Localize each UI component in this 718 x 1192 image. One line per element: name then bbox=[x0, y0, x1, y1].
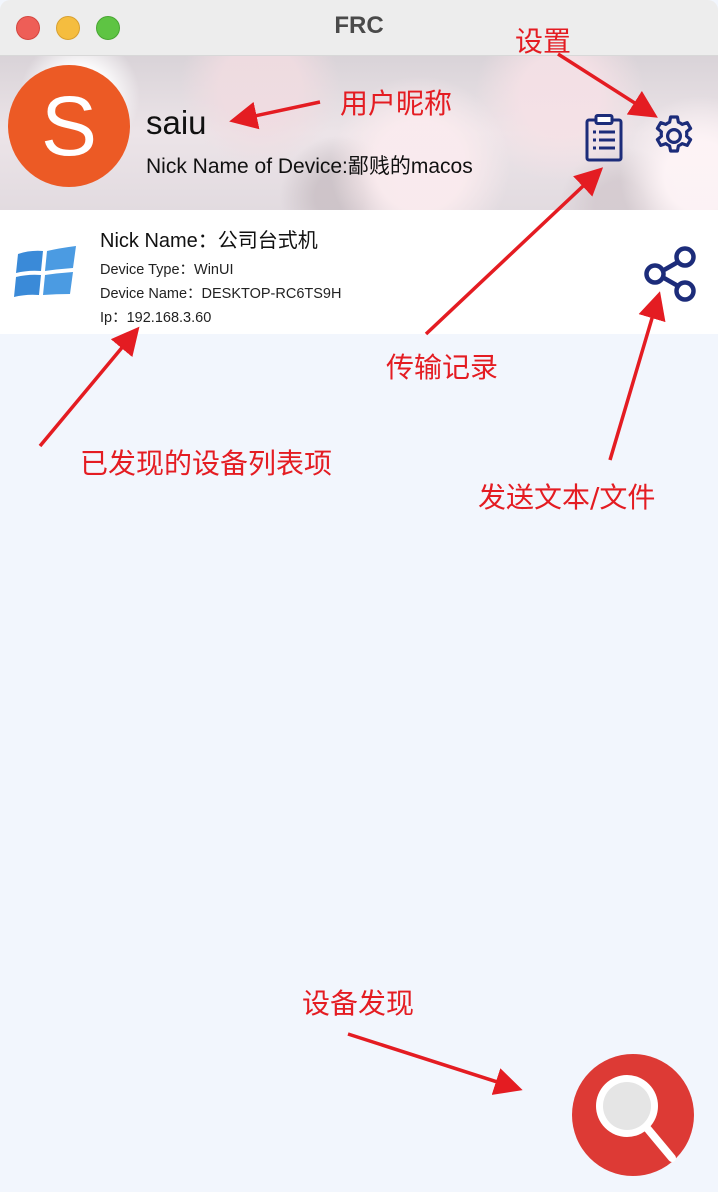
share-icon bbox=[644, 246, 696, 302]
search-icon bbox=[596, 1075, 676, 1162]
transfer-history-button[interactable] bbox=[580, 112, 628, 164]
annotation-send: 发送文本/文件 bbox=[478, 481, 656, 514]
window-title: FRC bbox=[334, 12, 384, 39]
arrow-discover bbox=[347, 1032, 523, 1095]
annotation-device-item: 已发现的设备列表项 bbox=[80, 447, 333, 480]
device-nickname: Nick Name of Device:鄙贱的macos bbox=[146, 155, 473, 178]
clipboard-list-icon bbox=[585, 114, 623, 162]
device-nick-name: Nick Name：公司台式机 bbox=[100, 230, 318, 252]
gear-icon bbox=[655, 115, 693, 153]
settings-button[interactable] bbox=[648, 110, 700, 162]
device-list-item[interactable]: Nick Name：公司台式机 Device Type：WinUI Device… bbox=[0, 210, 718, 334]
title-bar[interactable]: FRC bbox=[0, 0, 718, 56]
send-text-file-button[interactable] bbox=[640, 244, 700, 304]
windows-logo-icon bbox=[14, 246, 76, 297]
annotation-settings: 设置 bbox=[515, 25, 572, 58]
annotation-discover: 设备发现 bbox=[302, 987, 415, 1020]
user-nickname: saiu bbox=[146, 104, 207, 141]
device-ip: Ip：192.168.3.60 bbox=[100, 310, 212, 326]
annotation-history: 传输记录 bbox=[386, 351, 499, 384]
device-discover-button[interactable] bbox=[572, 1054, 694, 1176]
device-type: Device Type：WinUI bbox=[100, 262, 234, 278]
arrow-device-item bbox=[38, 326, 140, 448]
avatar[interactable]: S bbox=[8, 65, 130, 187]
annotation-nickname: 用户昵称 bbox=[340, 87, 453, 120]
user-header: S saiu Nick Name of Device:鄙贱的macos bbox=[0, 56, 718, 210]
app-window: FRC S saiu Nick Name of Device:鄙贱的macos bbox=[0, 0, 718, 1192]
device-name: Device Name：DESKTOP-RC6TS9H bbox=[100, 286, 342, 302]
avatar-letter: S bbox=[40, 78, 98, 173]
